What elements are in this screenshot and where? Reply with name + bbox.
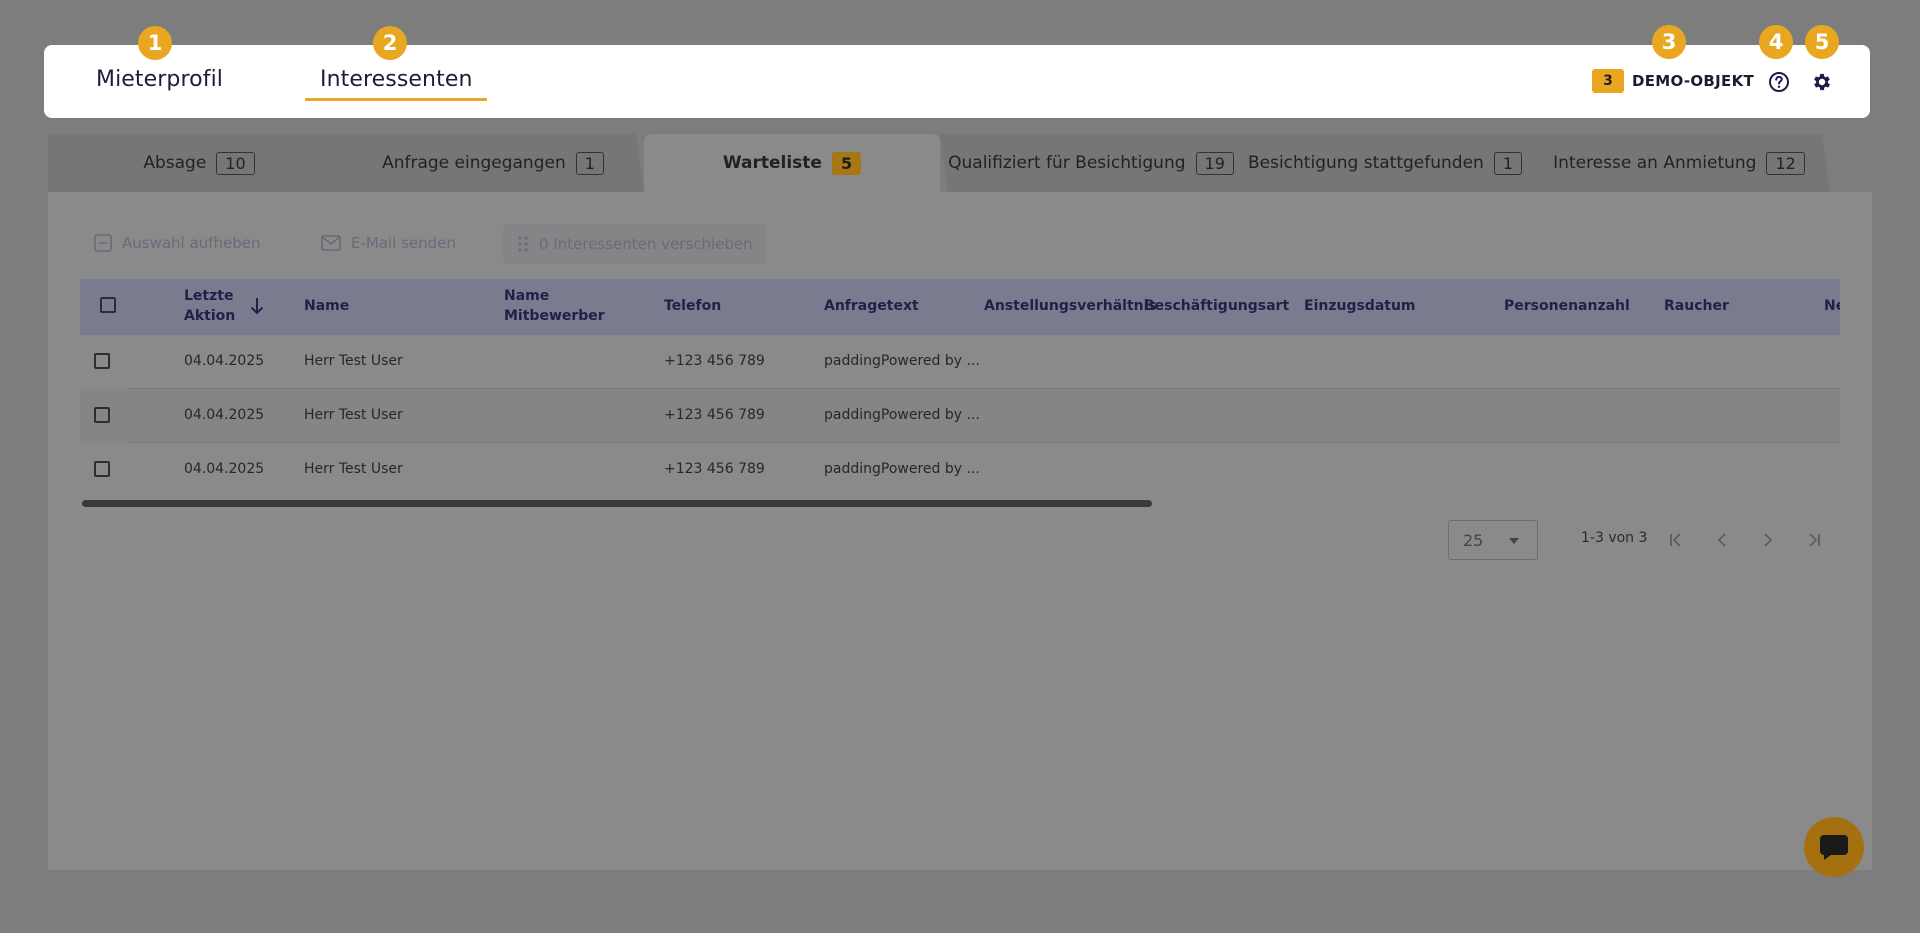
- last-page-button[interactable]: [1802, 528, 1826, 552]
- column-header-text: Aktion: [184, 308, 236, 324]
- column-header-move-in-date[interactable]: Einzugsdatum: [1304, 296, 1416, 316]
- step-marker-5: 5: [1805, 25, 1839, 59]
- cell-date: 04.04.2025: [184, 461, 265, 477]
- tab-label: Absage: [143, 153, 207, 173]
- tab-count-badge: 12: [1766, 152, 1804, 175]
- column-header-name[interactable]: Name: [304, 296, 349, 316]
- cell-request-text: paddingPowered by ...: [824, 461, 980, 477]
- cell-request-text: paddingPowered by ...: [824, 407, 980, 423]
- cell-date: 04.04.2025: [184, 407, 265, 423]
- row-checkbox[interactable]: [94, 353, 110, 369]
- cell-phone: +123 456 789: [664, 461, 765, 477]
- tab-besichtigung-stattgefunden[interactable]: Besichtigung stattgefunden 1: [1234, 134, 1536, 192]
- step-marker-3: 3: [1652, 25, 1686, 59]
- cell-phone: +123 456 789: [664, 353, 765, 369]
- step-marker-2: 2: [373, 26, 407, 60]
- chat-button[interactable]: [1804, 817, 1864, 877]
- tab-count-badge: 19: [1196, 152, 1234, 175]
- cell-name: Herr Test User: [304, 461, 403, 477]
- next-page-button[interactable]: [1756, 528, 1780, 552]
- active-tab-indicator: [305, 98, 487, 101]
- column-header-text: Mitbewerber: [504, 308, 605, 324]
- settings-button[interactable]: [1809, 69, 1835, 95]
- tab-count-badge: 5: [831, 151, 862, 175]
- tab-anfrage-eingegangen[interactable]: Anfrage eingegangen 1: [342, 134, 644, 192]
- pagination-range: 1-3 von 3: [1581, 530, 1648, 546]
- move-applicants-label: 0 Interessenten verschieben: [539, 235, 753, 253]
- first-page-icon: [1670, 533, 1681, 547]
- chat-bubble-icon: [1820, 835, 1848, 860]
- column-header-truncated[interactable]: Ne: [1824, 296, 1840, 316]
- tab-label: Anfrage eingegangen: [382, 153, 566, 173]
- cell-name: Herr Test User: [304, 407, 403, 423]
- tab-label: Interesse an Anmietung: [1553, 153, 1757, 173]
- last-page-icon: [1809, 533, 1820, 547]
- send-email-label: E-Mail senden: [351, 234, 456, 252]
- column-header-persons[interactable]: Personenanzahl: [1504, 296, 1630, 316]
- tab-interessenten[interactable]: Interessenten: [320, 67, 473, 92]
- step-marker-1: 1: [138, 26, 172, 60]
- caret-down-icon: [1509, 538, 1519, 544]
- column-header-request-text[interactable]: Anfragetext: [824, 296, 919, 316]
- chevron-left-icon: [1717, 533, 1726, 547]
- move-applicants-button[interactable]: 0 Interessenten verschieben: [503, 224, 767, 264]
- status-tab-bar: Absage 10 Anfrage eingegangen 1 Wartelis…: [48, 134, 1872, 192]
- object-count-badge[interactable]: 3: [1592, 69, 1624, 93]
- tab-qualifiziert[interactable]: Qualifiziert für Besichtigung 19: [940, 134, 1242, 192]
- cell-phone: +123 456 789: [664, 407, 765, 423]
- question-circle-icon: [1769, 72, 1789, 92]
- page-size-select[interactable]: 25: [1448, 520, 1538, 560]
- object-selector[interactable]: DEMO-OBJEKT: [1632, 72, 1754, 90]
- mail-icon: [321, 235, 341, 251]
- previous-page-button[interactable]: [1710, 528, 1734, 552]
- gear-icon: [1814, 73, 1830, 91]
- deselect-button[interactable]: Auswahl aufheben: [94, 230, 260, 256]
- column-header-text: Letzte: [184, 288, 234, 304]
- table-row[interactable]: 04.04.2025 Herr Test User +123 456 789 p…: [80, 389, 1840, 443]
- column-header-employment[interactable]: Anstellungsverhältnis: [984, 296, 1157, 316]
- table-row[interactable]: 04.04.2025 Herr Test User +123 456 789 p…: [80, 443, 1840, 497]
- tab-mieterprofil[interactable]: Mieterprofil: [96, 67, 223, 92]
- column-header-smoker[interactable]: Raucher: [1664, 296, 1729, 316]
- column-header-text: Name: [504, 288, 550, 304]
- row-checkbox[interactable]: [94, 407, 110, 423]
- minus-square-icon: [94, 234, 112, 252]
- send-email-button[interactable]: E-Mail senden: [321, 230, 456, 256]
- tab-label: Qualifiziert für Besichtigung: [948, 153, 1186, 173]
- column-header-last-action[interactable]: Letzte Aktion: [184, 286, 235, 326]
- column-header-employment-type[interactable]: Beschäftigungsart: [1144, 296, 1289, 316]
- tab-absage[interactable]: Absage 10: [48, 134, 350, 192]
- page-size-value: 25: [1463, 531, 1484, 550]
- tab-count-badge: 1: [576, 152, 604, 175]
- cell-date: 04.04.2025: [184, 353, 265, 369]
- select-all-checkbox[interactable]: [100, 297, 116, 313]
- sort-descending-icon[interactable]: [250, 297, 264, 315]
- step-marker-4: 4: [1759, 25, 1793, 59]
- row-checkbox[interactable]: [94, 461, 110, 477]
- tab-interesse-an-anmietung[interactable]: Interesse an Anmietung 12: [1528, 134, 1830, 192]
- table-header: Letzte Aktion Name Name Mitbewerber Tele…: [80, 279, 1840, 335]
- column-header-competitor[interactable]: Name Mitbewerber: [504, 286, 605, 326]
- top-navigation: Mieterprofil Interessenten 3 DEMO-OBJEKT: [44, 45, 1870, 118]
- tab-label: Besichtigung stattgefunden: [1247, 153, 1484, 173]
- cell-name: Herr Test User: [304, 353, 403, 369]
- drag-handle-icon: [518, 236, 528, 252]
- chevron-right-icon: [1764, 533, 1773, 547]
- horizontal-scrollbar[interactable]: [82, 500, 1152, 507]
- first-page-button[interactable]: [1664, 528, 1688, 552]
- help-button[interactable]: [1766, 69, 1792, 95]
- column-header-phone[interactable]: Telefon: [664, 296, 721, 316]
- cell-request-text: paddingPowered by ...: [824, 353, 980, 369]
- deselect-label: Auswahl aufheben: [122, 234, 261, 252]
- tab-label: Warteliste: [722, 153, 822, 173]
- table-row[interactable]: 04.04.2025 Herr Test User +123 456 789 p…: [80, 335, 1840, 389]
- tab-count-badge: 10: [216, 152, 254, 175]
- tab-count-badge: 1: [1494, 152, 1522, 175]
- tab-warteliste[interactable]: Warteliste 5: [644, 134, 940, 192]
